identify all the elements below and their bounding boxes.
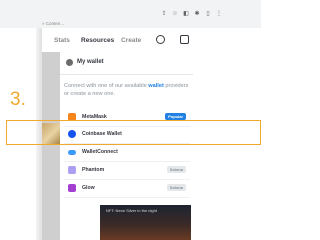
step-highlight-box <box>6 120 261 145</box>
divider <box>60 74 193 75</box>
walletconnect-icon <box>68 150 76 155</box>
step-number: 3. <box>10 89 26 110</box>
nav-stats[interactable]: Stats <box>54 37 70 44</box>
site-nav: Stats Resources Create <box>42 28 261 52</box>
nav-create[interactable]: Create <box>121 37 141 44</box>
page-overlay <box>42 52 60 240</box>
phantom-icon <box>68 166 76 174</box>
panel-title: My wallet <box>77 59 104 65</box>
game-title: NFT: Neon Silver in the night <box>106 208 157 213</box>
popular-badge: Popular <box>165 113 186 120</box>
wallet-option-glow[interactable]: Glow Solana <box>64 180 190 196</box>
right-blank-area <box>193 52 261 240</box>
extension-icon[interactable]: ◧ <box>182 10 190 18</box>
panel-description: Connect with one of our available wallet… <box>64 83 189 97</box>
menu-icon[interactable]: ⋮ <box>215 10 223 18</box>
wallet-nav-icon[interactable] <box>180 35 189 44</box>
game-banner-image[interactable]: NFT: Neon Silver in the night <box>100 205 191 240</box>
wallet-option-walletconnect[interactable]: WalletConnect <box>64 144 190 160</box>
nav-resources[interactable]: Resources <box>81 37 114 44</box>
row-divider <box>64 197 190 198</box>
breadcrumb[interactable]: » Conten... <box>42 21 64 26</box>
share-icon[interactable]: ⇪ <box>160 10 168 18</box>
wallet-link[interactable]: wallet <box>148 83 164 89</box>
account-icon <box>66 59 73 66</box>
solana-badge: Solana <box>166 184 186 191</box>
profile-icon[interactable] <box>156 35 165 44</box>
solana-badge: Solana <box>166 166 186 173</box>
browser-toolbar: ⇪ ☆ ◧ ✱ ▯ ⋮ » Conten... <box>0 0 261 29</box>
sidebar-icon[interactable]: ▯ <box>204 10 212 18</box>
puzzle-icon[interactable]: ✱ <box>193 10 201 18</box>
glow-icon <box>68 184 76 192</box>
wallet-option-phantom[interactable]: Phantom Solana <box>64 162 190 178</box>
star-icon[interactable]: ☆ <box>171 10 179 18</box>
